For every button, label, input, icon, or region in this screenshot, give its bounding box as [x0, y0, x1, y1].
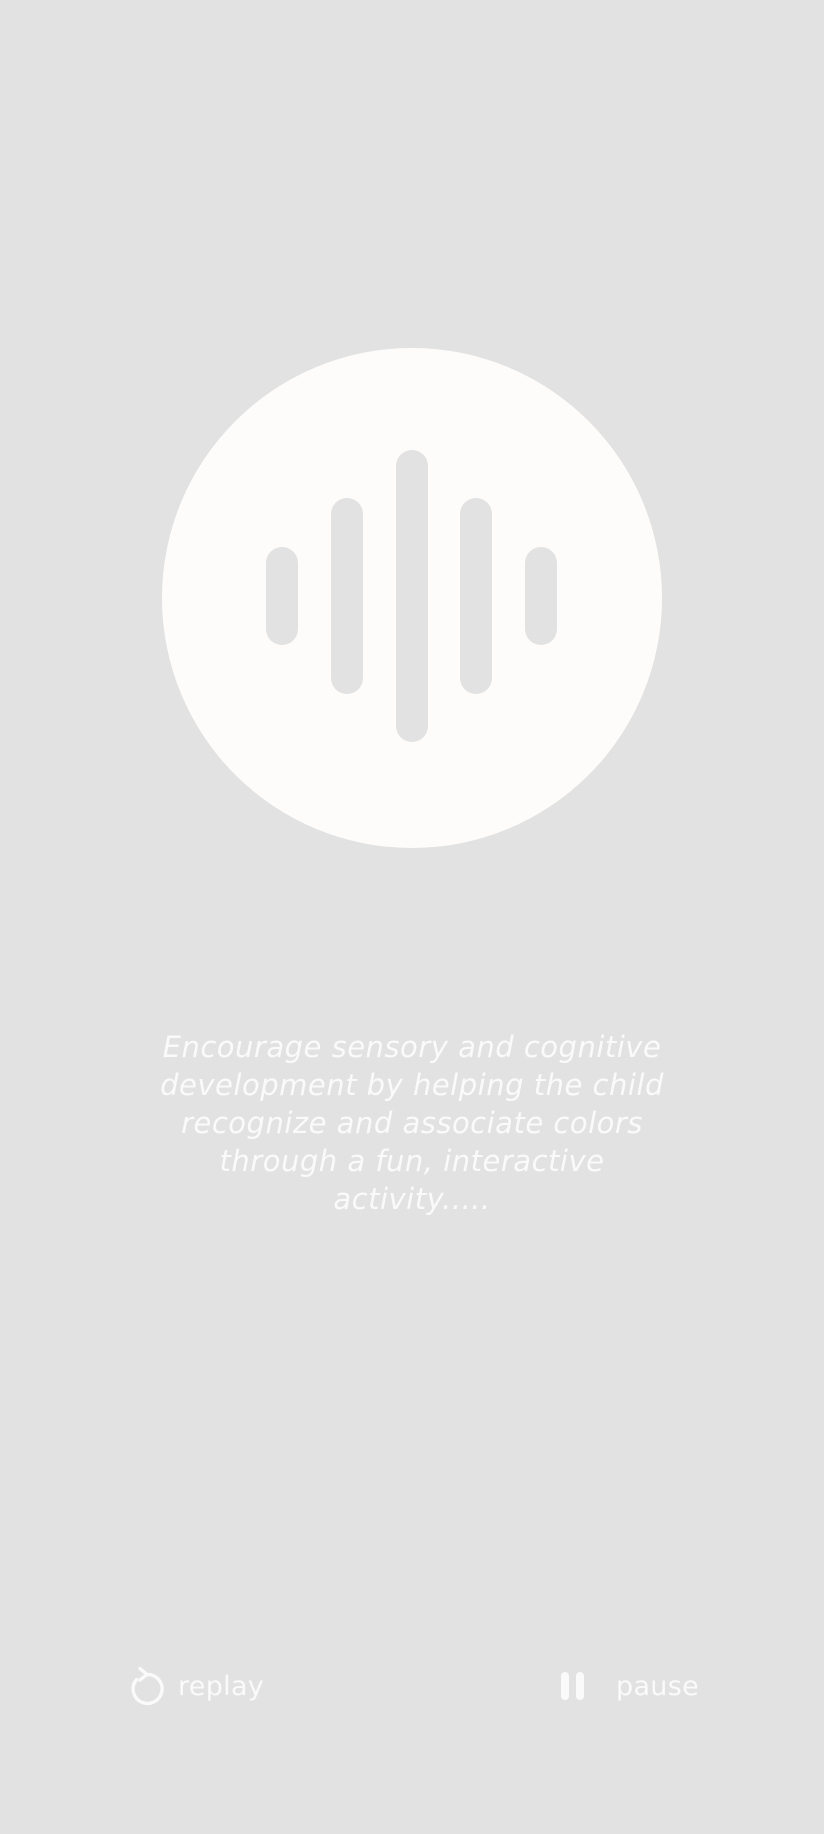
- pause-icon: [558, 1670, 590, 1702]
- replay-icon: [126, 1665, 166, 1707]
- audio-visualizer: [162, 348, 662, 848]
- sound-wave-bar: [460, 498, 492, 694]
- activity-description: Encourage sensory and cognitive developm…: [160, 1030, 664, 1216]
- pause-label: pause: [616, 1670, 699, 1702]
- replay-label: replay: [178, 1670, 265, 1702]
- sound-wave-bar: [266, 547, 298, 645]
- replay-button[interactable]: replay: [126, 1662, 264, 1710]
- sound-wave-bar: [525, 547, 557, 645]
- sound-wave-bar: [396, 450, 428, 742]
- pause-button[interactable]: pause: [558, 1662, 699, 1710]
- sound-wave-bar: [331, 498, 363, 694]
